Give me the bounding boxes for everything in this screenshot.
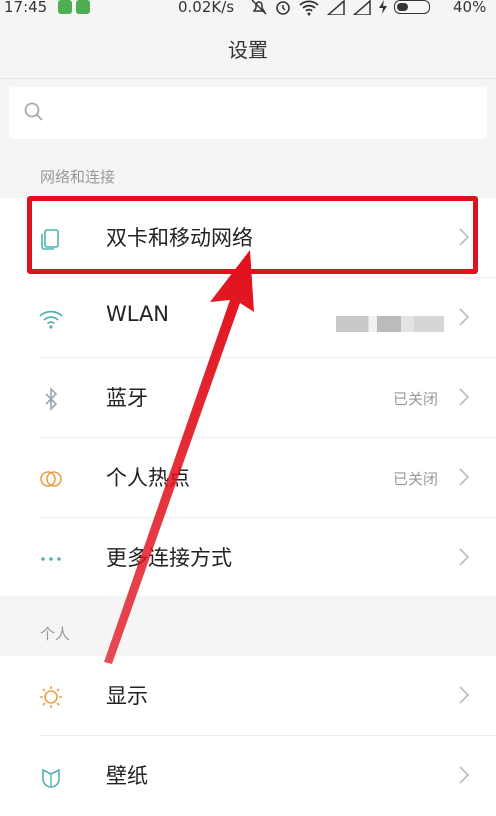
network-speed: 0.02K/s <box>178 0 235 16</box>
notification-icons <box>58 0 90 14</box>
personal-group: 显示 壁纸 <box>0 656 496 816</box>
app-notification-icon <box>76 0 90 14</box>
signal-icon <box>326 0 345 15</box>
chevron-right-icon <box>459 308 470 326</box>
row-label: 更多连接方式 <box>106 546 232 570</box>
row-label: 个人热点 <box>106 466 190 490</box>
row-value: 已关闭 <box>392 390 438 408</box>
brightness-icon <box>40 686 62 708</box>
row-wallpaper[interactable]: 壁纸 <box>0 736 496 815</box>
search-input[interactable] <box>9 87 487 139</box>
section-heading-network: 网络和连接 <box>40 168 116 186</box>
chevron-right-icon <box>459 468 470 486</box>
row-label: 壁纸 <box>106 764 148 788</box>
search-area <box>0 78 496 151</box>
chevron-right-icon <box>459 388 470 406</box>
chevron-right-icon <box>459 686 470 704</box>
search-icon <box>24 102 43 121</box>
charging-icon <box>379 0 387 14</box>
more-dots-icon <box>41 557 61 561</box>
battery-icon <box>394 0 430 14</box>
status-bar: 17:45 0.02K/s 40% <box>0 0 496 18</box>
bluetooth-icon <box>45 387 58 411</box>
row-more-connections[interactable]: 更多连接方式 <box>0 518 496 597</box>
page-title: 设置 <box>228 37 268 62</box>
row-value: 已关闭 <box>392 470 438 488</box>
row-label: 显示 <box>106 684 148 708</box>
battery-level <box>397 3 408 11</box>
redacted-network-name <box>336 316 444 332</box>
row-hotspot[interactable]: 个人热点 已关闭 <box>0 438 496 517</box>
row-display[interactable]: 显示 <box>0 656 496 735</box>
app-notification-icon <box>58 0 72 14</box>
signal-icon <box>352 0 371 15</box>
alarm-icon <box>276 1 290 15</box>
chevron-right-icon <box>459 548 470 566</box>
wifi-icon <box>39 310 63 329</box>
battery-percent: 40% <box>453 0 487 16</box>
title-bar: 设置 <box>0 18 496 78</box>
row-bluetooth[interactable]: 蓝牙 已关闭 <box>0 358 496 437</box>
status-icons <box>250 0 430 16</box>
row-label: 蓝牙 <box>106 386 148 410</box>
highlight-box <box>27 196 478 274</box>
section-heading-personal: 个人 <box>40 625 71 643</box>
wifi-status-icon <box>299 0 319 16</box>
chevron-right-icon <box>459 766 470 784</box>
status-time: 17:45 <box>4 0 48 16</box>
mute-icon <box>251 0 267 15</box>
row-label: WLAN <box>106 302 170 326</box>
hotspot-icon <box>40 471 62 487</box>
wallpaper-icon <box>42 768 60 788</box>
